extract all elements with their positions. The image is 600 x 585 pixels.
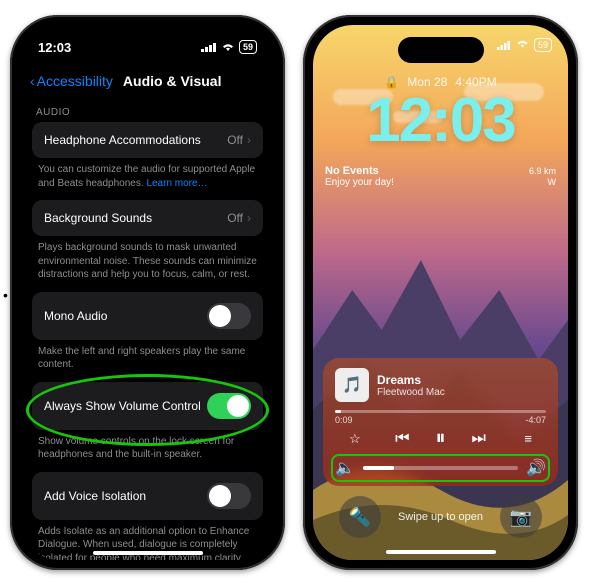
toggle-voice-isolation[interactable] xyxy=(207,483,251,509)
row-value: Off xyxy=(227,133,243,147)
cellular-icon xyxy=(497,41,511,50)
home-indicator[interactable] xyxy=(386,550,496,554)
row-label: Background Sounds xyxy=(44,211,152,225)
lockscreen-clock: 12:03 xyxy=(313,85,568,156)
now-playing-player[interactable]: 🎵 Dreams Fleetwood Mac 0:09 -4:07 ☆ ⏮ xyxy=(323,358,558,486)
widget-calendar[interactable]: No Events Enjoy your day! xyxy=(325,165,394,188)
volume-low-icon: 🔈 xyxy=(335,458,355,478)
previous-track-icon[interactable]: ⏮ xyxy=(395,430,409,448)
flashlight-icon: 🔦 xyxy=(349,507,371,528)
dynamic-island xyxy=(105,37,191,63)
time-remaining: -4:07 xyxy=(525,415,546,425)
swipe-up-hint: Swipe up to open xyxy=(398,511,483,523)
row-headphone-accommodations[interactable]: Headphone Accommodations Off › xyxy=(32,122,263,158)
row-background-desc: Plays background sounds to mask unwanted… xyxy=(32,236,263,292)
pause-icon[interactable]: ⏸ xyxy=(436,427,446,450)
row-add-voice-isolation[interactable]: Add Voice Isolation xyxy=(32,472,263,520)
widget-weather[interactable]: 6.9 km W xyxy=(529,166,556,188)
song-title: Dreams xyxy=(377,373,445,387)
phone-lockscreen: 59 🔒 Mon 28 4:40PM 12:03 No Events Enjoy… xyxy=(303,15,578,570)
row-background-sounds[interactable]: Background Sounds Off › xyxy=(32,200,263,236)
battery-icon: 59 xyxy=(534,38,552,52)
section-header-audio: AUDIO xyxy=(36,107,259,118)
row-mono-desc: Make the left and right speakers play th… xyxy=(32,340,263,382)
row-label: Headphone Accommodations xyxy=(44,133,201,147)
camera-button[interactable]: 📷 xyxy=(500,496,542,538)
row-mono-audio[interactable]: Mono Audio xyxy=(32,292,263,340)
nav-bar: ‹ Accessibility Audio & Visual xyxy=(20,69,275,97)
chevron-left-icon: ‹ xyxy=(30,73,35,89)
row-always-show-volume[interactable]: Always Show Volume Control xyxy=(32,382,263,430)
toggle-mono-audio[interactable] xyxy=(207,303,251,329)
toggle-always-show-volume[interactable] xyxy=(207,393,251,419)
camera-icon: 📷 xyxy=(510,507,532,528)
home-indicator[interactable] xyxy=(93,551,203,555)
back-button[interactable]: ‹ Accessibility xyxy=(30,73,113,89)
chevron-right-icon: › xyxy=(247,211,251,225)
volume-slider[interactable] xyxy=(363,466,518,470)
wifi-icon xyxy=(221,40,235,55)
list-bullet: • xyxy=(3,287,8,303)
next-track-icon[interactable]: ⏭ xyxy=(472,430,486,448)
album-art[interactable]: 🎵 xyxy=(335,368,369,402)
queue-icon[interactable]: ≡ xyxy=(524,431,532,446)
settings-list[interactable]: AUDIO Headphone Accommodations Off › You … xyxy=(20,97,275,560)
row-label: Add Voice Isolation xyxy=(44,489,146,503)
flashlight-button[interactable]: 🔦 xyxy=(339,496,381,538)
time-elapsed: 0:09 xyxy=(335,415,353,425)
learn-more-link[interactable]: Learn more… xyxy=(146,178,207,189)
phone-settings: 12:03 59 ‹ Accessibility Audio & Visual xyxy=(10,15,285,570)
artist-name: Fleetwood Mac xyxy=(377,387,445,398)
star-icon[interactable]: ☆ xyxy=(349,431,361,447)
nav-title: Audio & Visual xyxy=(123,73,222,89)
row-always-vol-desc: Show volume controls on the lock screen … xyxy=(32,430,263,472)
lockscreen-widgets: No Events Enjoy your day! 6.9 km W xyxy=(325,165,556,188)
dynamic-island xyxy=(398,37,484,63)
volume-high-icon: 🔊 xyxy=(526,458,546,478)
battery-icon: 59 xyxy=(239,40,257,54)
row-headphone-desc: You can customize the audio for supporte… xyxy=(32,158,263,200)
back-label: Accessibility xyxy=(37,73,113,89)
playback-scrubber[interactable] xyxy=(335,410,546,413)
row-label: Always Show Volume Control xyxy=(44,399,201,413)
wifi-icon xyxy=(516,39,529,51)
row-value: Off xyxy=(227,211,243,225)
chevron-right-icon: › xyxy=(247,133,251,147)
row-label: Mono Audio xyxy=(44,309,107,323)
lockscreen-dock: 🔦 Swipe up to open 📷 xyxy=(313,496,568,538)
cellular-icon xyxy=(201,42,217,52)
status-time: 12:03 xyxy=(38,40,71,55)
